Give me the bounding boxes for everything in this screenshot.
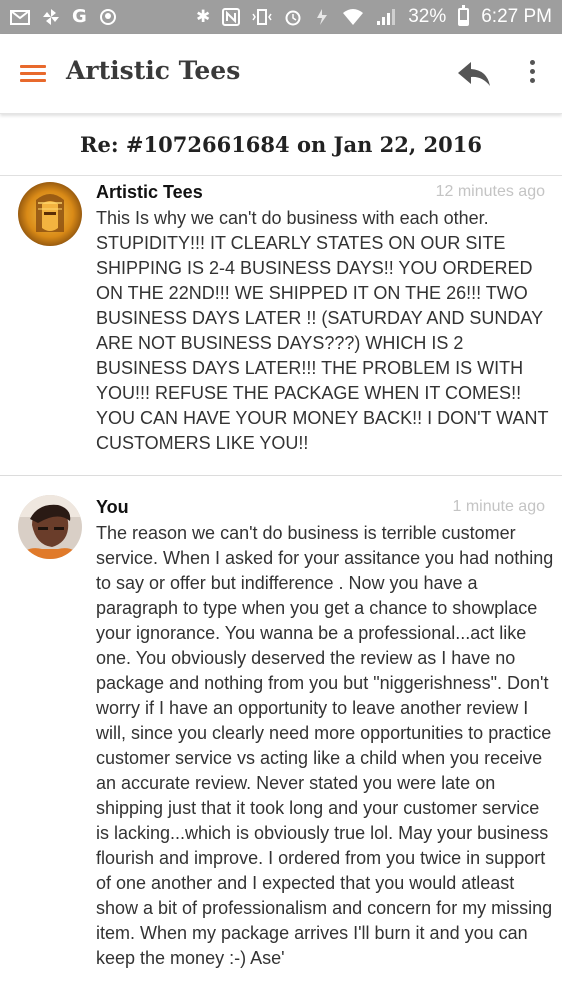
location-icon xyxy=(99,9,116,25)
more-vert-icon[interactable] xyxy=(527,60,537,86)
pharaoh-avatar xyxy=(18,182,82,246)
hamburger-menu-icon[interactable] xyxy=(20,65,46,83)
subject-title: Re: #1072661684 on Jan 22, 2016 xyxy=(80,132,482,157)
nfc-icon xyxy=(222,8,241,26)
alarm-icon xyxy=(285,10,301,26)
signal-icon xyxy=(377,9,396,25)
message-time: 12 minutes ago xyxy=(435,183,545,200)
message-time: 1 minute ago xyxy=(452,498,545,515)
g-icon: G xyxy=(72,6,87,27)
battery-percent: 32% xyxy=(408,6,447,27)
wifi-icon xyxy=(343,9,364,25)
app-title: Artistic Tees xyxy=(66,56,241,85)
pinwheel-icon xyxy=(43,9,59,25)
message-sender: You xyxy=(96,497,129,517)
message-sender: Artistic Tees xyxy=(96,182,203,202)
status-right-icons: ✱ 32% 6:27 PM xyxy=(195,5,552,28)
battery-icon xyxy=(458,5,470,26)
bluetooth-icon: ✱ xyxy=(195,6,211,27)
vibrate-icon xyxy=(252,9,272,25)
mail-icon xyxy=(10,9,30,25)
reply-icon[interactable] xyxy=(456,60,492,88)
status-bar: G ✱ 32% 6:27 PM xyxy=(0,0,562,34)
conversation-subject: Re: #1072661684 on Jan 22, 2016 xyxy=(0,114,562,176)
app-bar: Artistic Tees xyxy=(0,34,562,114)
message-body: This Is why we can't do business with ea… xyxy=(96,208,549,453)
message-item: Artistic Tees 12 minutes ago This Is why… xyxy=(0,176,562,476)
status-time: 6:27 PM xyxy=(481,6,552,27)
data-icon xyxy=(317,9,328,25)
status-left-icons: G xyxy=(10,8,117,26)
message-body: The reason we can't do business is terri… xyxy=(96,523,554,968)
user-photo-avatar xyxy=(18,495,82,559)
message-item: You 1 minute ago The reason we can't do … xyxy=(0,477,562,1000)
